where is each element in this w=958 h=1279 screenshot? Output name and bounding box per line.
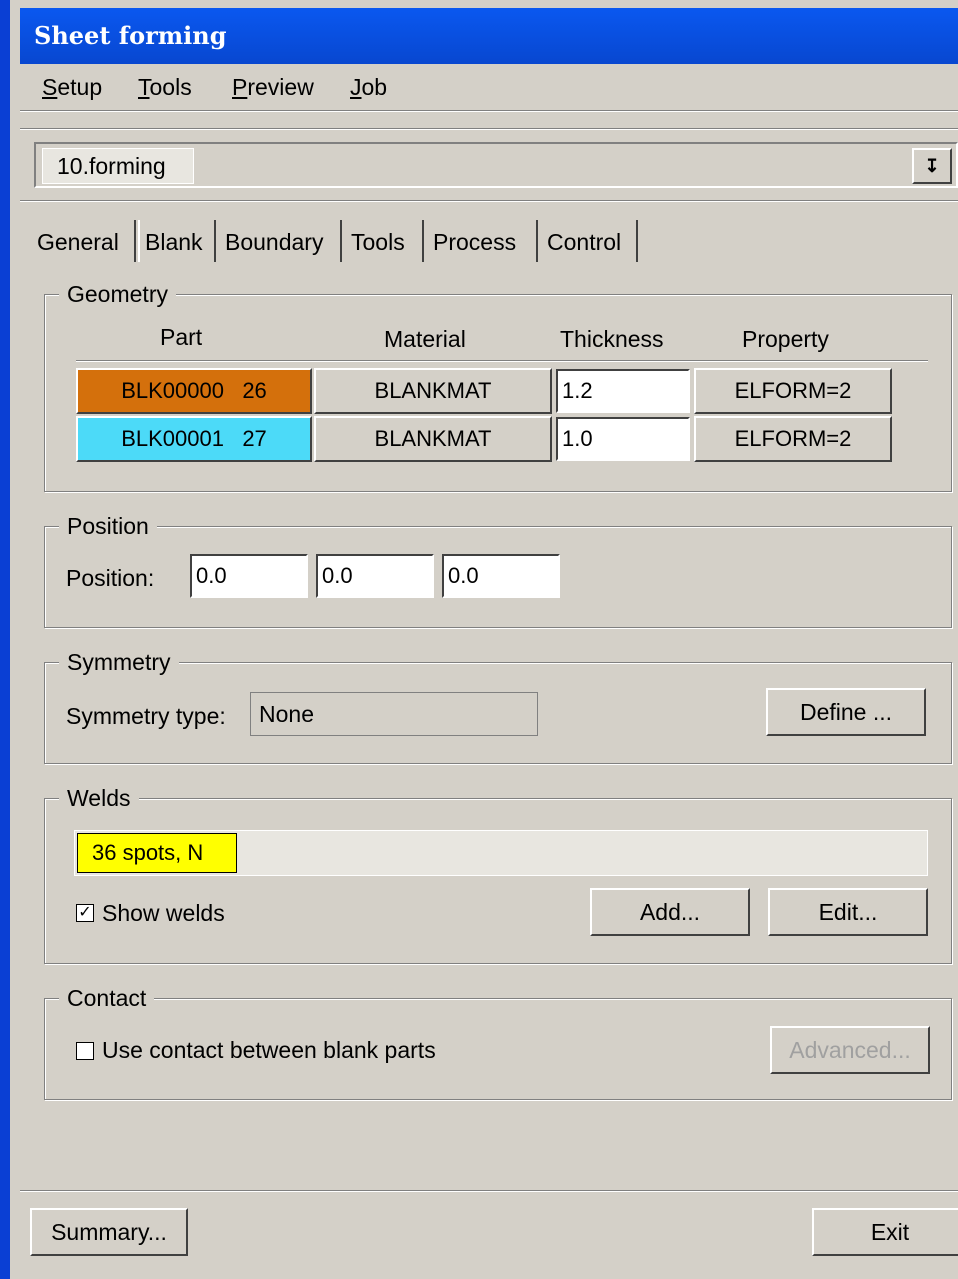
- material-button[interactable]: BLANKMAT: [314, 416, 552, 462]
- part-name: BLK00000: [121, 378, 224, 403]
- summary-button[interactable]: Summary...: [30, 1208, 188, 1256]
- material-button[interactable]: BLANKMAT: [314, 368, 552, 414]
- dropdown-arrow-icon[interactable]: ↧: [912, 148, 952, 184]
- tab-control[interactable]: Control: [542, 220, 638, 262]
- symmetry-group-title: Symmetry: [59, 647, 179, 677]
- menu-setup-key: S: [42, 74, 58, 100]
- weld-summary-chip[interactable]: 36 spots, N: [77, 833, 237, 873]
- position-group-title: Position: [59, 511, 157, 541]
- thickness-field[interactable]: 1.2: [556, 369, 690, 413]
- stage-selector-value: 10.forming: [42, 148, 194, 184]
- menu-preview-key: P: [232, 74, 248, 100]
- part-id: 27: [242, 426, 267, 451]
- combo-divider: [20, 200, 958, 202]
- exit-button[interactable]: Exit: [812, 1208, 958, 1256]
- column-header-thickness: Thickness: [560, 326, 664, 352]
- menu-job[interactable]: Job: [350, 74, 387, 101]
- checkmark-icon: ✓: [78, 904, 92, 921]
- symmetry-type-value: None: [250, 692, 538, 736]
- contact-group-title: Contact: [59, 983, 155, 1013]
- geometry-group-title: Geometry: [59, 279, 176, 309]
- tab-boundary[interactable]: Boundary: [220, 220, 342, 262]
- menu-divider: [20, 110, 958, 112]
- add-weld-button[interactable]: Add...: [590, 888, 750, 936]
- menu-tools-label: ools: [149, 74, 192, 100]
- position-x-field[interactable]: 0.0: [190, 554, 308, 598]
- use-contact-label: Use contact between blank parts: [102, 1037, 436, 1063]
- top-divider: [20, 128, 958, 130]
- column-header-property: Property: [742, 326, 829, 352]
- thickness-field[interactable]: 1.0: [556, 417, 690, 461]
- position-z-field[interactable]: 0.0: [442, 554, 560, 598]
- menu-job-key: J: [350, 74, 362, 100]
- tab-general[interactable]: General: [32, 220, 136, 262]
- window-title: Sheet forming: [34, 21, 227, 50]
- property-button[interactable]: ELFORM=2: [694, 416, 892, 462]
- position-y-field[interactable]: 0.0: [316, 554, 434, 598]
- welds-group-title: Welds: [59, 783, 139, 813]
- column-header-part: Part: [160, 324, 203, 350]
- menu-tools[interactable]: Tools: [138, 74, 192, 101]
- title-bar: Sheet forming: [20, 8, 958, 64]
- show-welds-checkbox[interactable]: ✓: [76, 904, 94, 922]
- geometry-header-divider: [76, 360, 928, 362]
- welds-list[interactable]: 36 spots, N: [74, 830, 928, 876]
- define-button[interactable]: Define ...: [766, 688, 926, 736]
- footer-divider: [20, 1190, 958, 1192]
- part-cell[interactable]: BLK00000 26: [76, 368, 312, 414]
- advanced-button[interactable]: Advanced...: [770, 1026, 930, 1074]
- use-contact-checkbox[interactable]: [76, 1042, 94, 1060]
- tab-tools[interactable]: Tools: [346, 220, 424, 262]
- menu-setup[interactable]: Setup: [42, 74, 102, 101]
- menu-preview-label: review: [247, 74, 314, 100]
- part-name: BLK00001: [121, 426, 224, 451]
- position-label: Position:: [66, 565, 155, 591]
- welds-group: Welds: [44, 783, 952, 964]
- tab-process[interactable]: Process: [428, 220, 538, 262]
- part-cell[interactable]: BLK00001 27: [76, 416, 312, 462]
- column-header-material: Material: [384, 326, 466, 352]
- menu-bar: Setup Tools Preview Job: [20, 64, 958, 110]
- stage-selector[interactable]: 10.forming ↧: [34, 142, 958, 188]
- show-welds-label: Show welds: [102, 900, 225, 926]
- tab-blank[interactable]: Blank: [138, 220, 216, 262]
- menu-setup-label: etup: [57, 74, 103, 100]
- menu-job-label: ob: [361, 74, 388, 100]
- property-button[interactable]: ELFORM=2: [694, 368, 892, 414]
- menu-tools-key: T: [138, 74, 150, 100]
- sheet-forming-window: Sheet forming Setup Tools Preview Job 10…: [0, 0, 958, 1279]
- symmetry-type-label: Symmetry type:: [66, 703, 226, 729]
- part-id: 26: [242, 378, 267, 403]
- edit-weld-button[interactable]: Edit...: [768, 888, 928, 936]
- menu-preview[interactable]: Preview: [232, 74, 314, 101]
